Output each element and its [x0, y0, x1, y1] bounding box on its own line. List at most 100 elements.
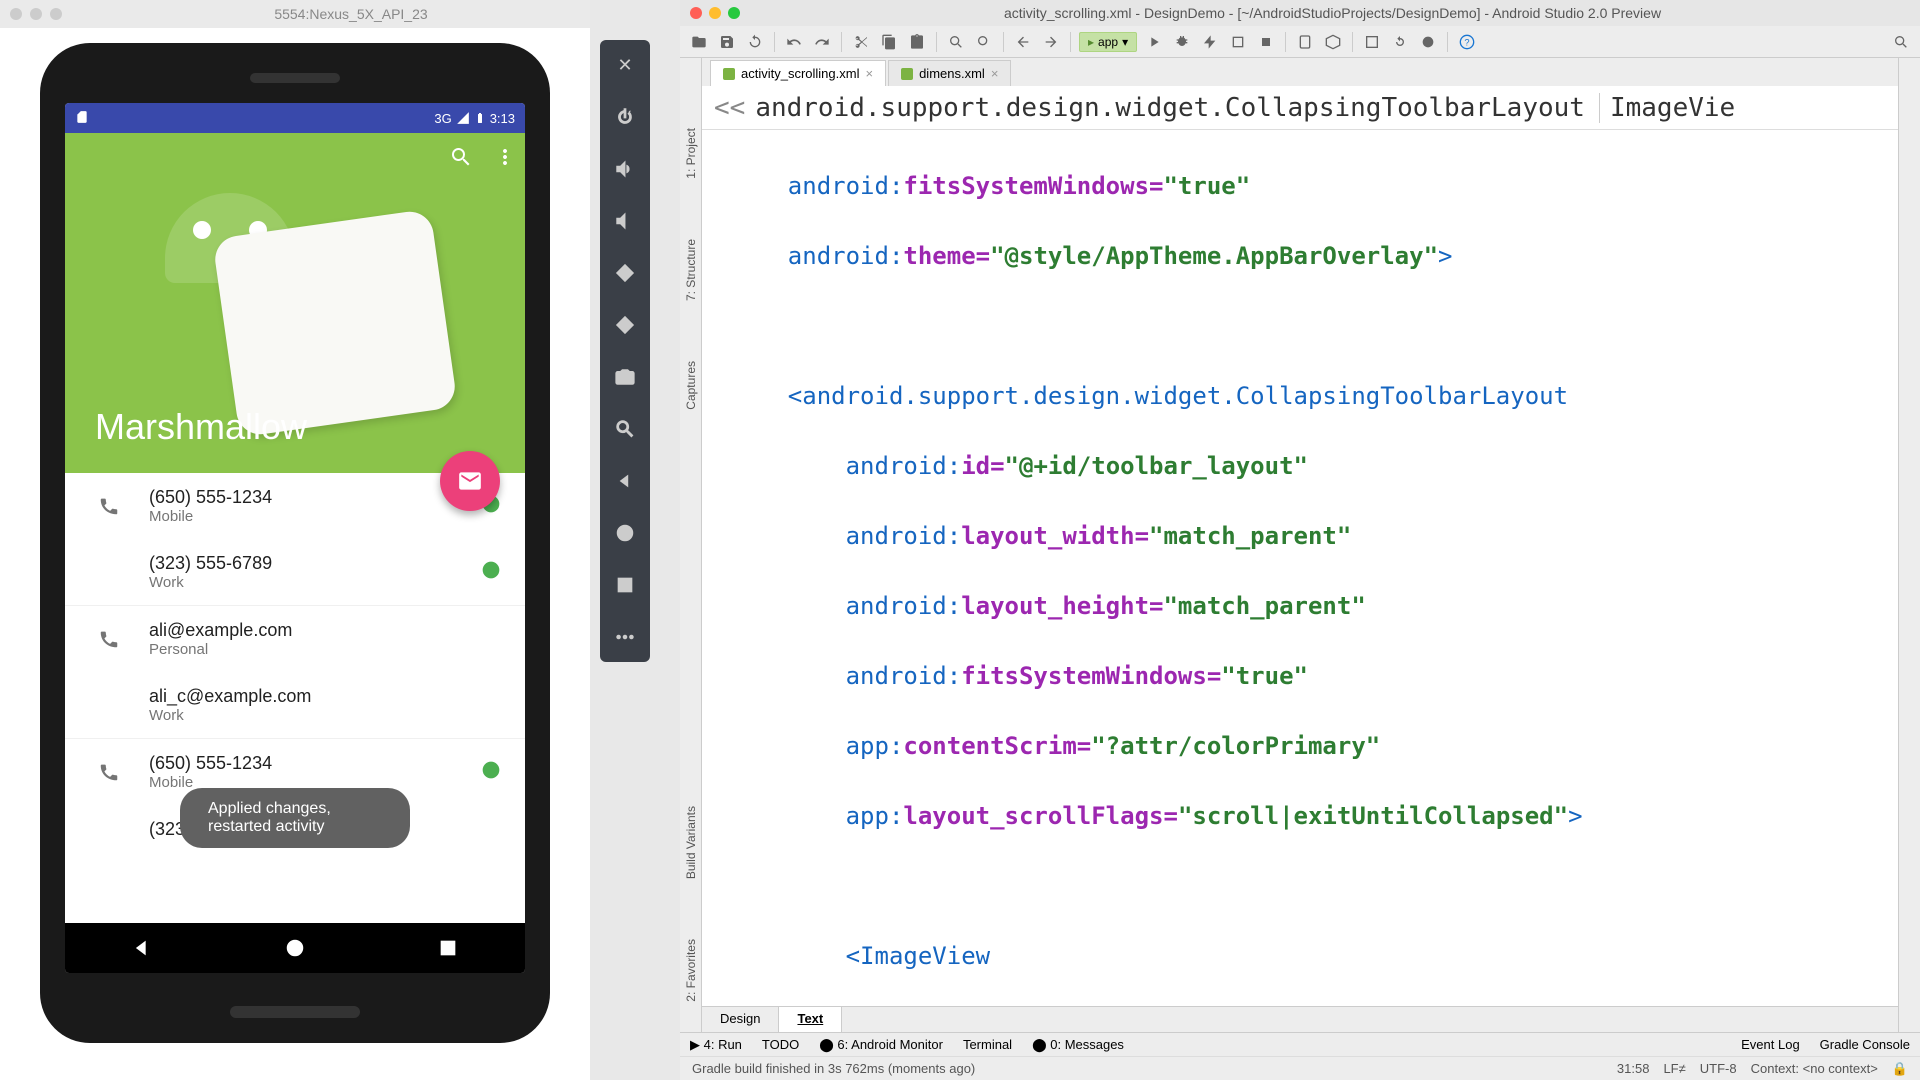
status-message: Gradle build finished in 3s 762ms (momen… — [692, 1061, 975, 1076]
attach-icon[interactable] — [1227, 31, 1249, 53]
phone-speaker — [250, 73, 340, 83]
phone-icon — [98, 761, 120, 783]
close-icon[interactable]: × — [865, 66, 873, 81]
project-structure-icon[interactable] — [1361, 31, 1383, 53]
email-fab[interactable] — [440, 451, 500, 511]
open-icon[interactable] — [688, 31, 710, 53]
hangout-icon[interactable] — [481, 560, 501, 580]
ide-window: activity_scrolling.xml - DesignDemo - [~… — [680, 0, 1920, 1080]
tool-terminal[interactable]: Terminal — [963, 1037, 1012, 1052]
header-title: Marshmallow — [95, 406, 307, 448]
tool-gradle[interactable]: Gradle Console — [1820, 1037, 1910, 1052]
window-controls[interactable] — [690, 7, 740, 19]
tab-text[interactable]: Text — [779, 1007, 842, 1032]
ddms-icon[interactable] — [1417, 31, 1439, 53]
back-nav-icon[interactable] — [1012, 31, 1034, 53]
tab-design[interactable]: Design — [702, 1007, 779, 1032]
list-item[interactable]: ali@example.comPersonal — [65, 606, 525, 672]
list-item[interactable]: (323) 555-6789Work — [65, 539, 525, 606]
tab-dimens[interactable]: dimens.xml× — [888, 60, 1011, 86]
marshmallow-image — [125, 163, 425, 433]
contact-secondary: Work — [149, 707, 501, 724]
window-controls[interactable] — [10, 8, 62, 20]
search-icon[interactable] — [449, 145, 473, 169]
gutter-captures[interactable]: Captures — [684, 361, 698, 410]
sdcard-icon — [75, 110, 89, 124]
save-icon[interactable] — [716, 31, 738, 53]
list-item[interactable]: ali_c@example.comWork — [65, 672, 525, 739]
cut-icon[interactable] — [850, 31, 872, 53]
gutter-favorites[interactable]: 2: Favorites — [684, 939, 698, 1002]
android-status-bar: 3G 3:13 — [65, 103, 525, 133]
overflow-icon[interactable] — [612, 624, 638, 650]
power-icon[interactable] — [612, 104, 638, 130]
contact-primary: ali@example.com — [149, 620, 501, 641]
contact-secondary: Personal — [149, 641, 501, 658]
tool-monitor[interactable]: ⬤ 6: Android Monitor — [819, 1037, 943, 1053]
paste-icon[interactable] — [906, 31, 928, 53]
code-editor[interactable]: android:fitsSystemWindows="true" android… — [702, 130, 1898, 1006]
email-icon — [457, 468, 483, 494]
help-icon[interactable]: ? — [1456, 31, 1478, 53]
tool-messages[interactable]: ⬤ 0: Messages — [1032, 1037, 1124, 1053]
nav-back-icon[interactable] — [612, 468, 638, 494]
apply-changes-icon[interactable] — [1199, 31, 1221, 53]
run-icon[interactable] — [1143, 31, 1165, 53]
caret-position: 31:58 — [1617, 1061, 1650, 1076]
right-tool-gutter[interactable] — [1898, 58, 1920, 1032]
close-icon[interactable]: ✕ — [612, 52, 638, 78]
network-label: 3G — [434, 111, 451, 126]
hangout-icon[interactable] — [481, 760, 501, 780]
contact-primary: ali_c@example.com — [149, 686, 501, 707]
debug-icon[interactable] — [1171, 31, 1193, 53]
toast: Applied changes, restarted activity — [180, 788, 410, 848]
run-config-dropdown[interactable]: ▸app▾ — [1079, 32, 1137, 52]
rotate-right-icon[interactable] — [612, 312, 638, 338]
phone-frame: 3G 3:13 Marshmallow — [40, 43, 550, 1043]
signal-icon — [456, 111, 470, 125]
home-icon[interactable] — [284, 937, 306, 959]
emulator-titlebar: 5554:Nexus_5X_API_23 — [0, 0, 590, 28]
avd-icon[interactable] — [1294, 31, 1316, 53]
tool-eventlog[interactable]: Event Log — [1741, 1037, 1800, 1052]
gutter-project[interactable]: 1: Project — [684, 128, 698, 179]
find-icon[interactable] — [945, 31, 967, 53]
stop-icon[interactable] — [1255, 31, 1277, 53]
android-nav-bar — [65, 923, 525, 973]
left-tool-gutter[interactable]: 1: Project 7: Structure Captures Build V… — [680, 58, 702, 1032]
editor-mode-tabs: Design Text — [702, 1006, 1898, 1032]
nav-recent-icon[interactable] — [612, 572, 638, 598]
gutter-structure[interactable]: 7: Structure — [684, 239, 698, 301]
recent-icon[interactable] — [437, 937, 459, 959]
volume-down-icon[interactable] — [612, 208, 638, 234]
gutter-variants[interactable]: Build Variants — [684, 806, 698, 879]
editor-breadcrumb[interactable]: << android.support.design.widget.Collaps… — [702, 86, 1898, 130]
tool-run[interactable]: ▶ 4: Run — [690, 1037, 742, 1053]
back-icon[interactable] — [131, 937, 153, 959]
forward-nav-icon[interactable] — [1040, 31, 1062, 53]
zoom-icon[interactable] — [612, 416, 638, 442]
phone-screen[interactable]: 3G 3:13 Marshmallow — [65, 103, 525, 973]
sdk-icon[interactable] — [1322, 31, 1344, 53]
tool-todo[interactable]: TODO — [762, 1037, 799, 1052]
more-icon[interactable] — [493, 145, 517, 169]
ide-toolbar: ▸app▾ ? — [680, 26, 1920, 58]
phone-chin — [230, 1006, 360, 1018]
undo-icon[interactable] — [783, 31, 805, 53]
search-everywhere-icon[interactable] — [1890, 31, 1912, 53]
emulator-window: 5554:Nexus_5X_API_23 3G 3:13 — [0, 0, 590, 1080]
battery-icon — [474, 111, 486, 125]
camera-icon[interactable] — [612, 364, 638, 390]
redo-icon[interactable] — [811, 31, 833, 53]
nav-home-icon[interactable] — [612, 520, 638, 546]
editor-tabs: activity_scrolling.xml× dimens.xml× — [702, 58, 1898, 86]
volume-up-icon[interactable] — [612, 156, 638, 182]
contact-primary: (650) 555-1234 — [149, 753, 481, 774]
rotate-left-icon[interactable] — [612, 260, 638, 286]
sync-gradle-icon[interactable] — [1389, 31, 1411, 53]
close-icon[interactable]: × — [991, 66, 999, 81]
sync-icon[interactable] — [744, 31, 766, 53]
replace-icon[interactable] — [973, 31, 995, 53]
copy-icon[interactable] — [878, 31, 900, 53]
tab-activity-scrolling[interactable]: activity_scrolling.xml× — [710, 60, 886, 86]
